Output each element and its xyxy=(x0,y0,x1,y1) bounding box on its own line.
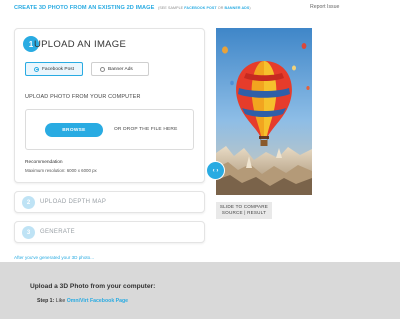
compare-slider-handle[interactable]: ‹ › xyxy=(207,162,224,179)
page-title: CREATE 3D PHOTO FROM AN EXISTING 2D IMAG… xyxy=(14,5,251,11)
sample-links: (SEE SAMPLE FACEBOOK POST OR BANNER ADS) xyxy=(158,6,251,10)
step-2-label: UPLOAD DEPTH MAP xyxy=(40,199,107,205)
sample-facebook-link[interactable]: FACEBOOK POST xyxy=(184,6,216,10)
format-banner-ads-label: Banner Ads xyxy=(108,66,133,72)
sample-banner-link[interactable]: BANNER ADS xyxy=(225,6,250,10)
radio-selected-icon xyxy=(34,66,39,72)
howto-title: Upload a 3D Photo from your computer: xyxy=(30,283,156,290)
recommendation-text: Maximum resolution: 6000 x 6000 px xyxy=(25,168,97,173)
radio-empty-icon xyxy=(100,66,105,72)
step-3-label: GENERATE xyxy=(40,229,75,235)
drop-file-text: OR DROP THE FILE HERE xyxy=(114,127,178,132)
page-title-text: CREATE 3D PHOTO FROM AN EXISTING 2D IMAG… xyxy=(14,5,155,11)
format-facebook-post-button[interactable]: Facebook Post xyxy=(25,62,83,76)
sample-or: OR xyxy=(217,6,224,10)
omnivirt-facebook-link[interactable]: OmniVirt Facebook Page xyxy=(67,298,128,304)
upload-section-label: UPLOAD PHOTO FROM YOUR COMPUTER xyxy=(25,94,141,100)
preview-image xyxy=(216,28,312,195)
howto-step-1: Step 1: Like OmniVirt Facebook Page xyxy=(37,298,128,304)
hot-air-balloon-photo xyxy=(216,28,312,195)
sample-suffix: ) xyxy=(249,6,251,10)
after-generated-link[interactable]: After you've generated your 3D photo... xyxy=(14,255,94,260)
report-issue-link[interactable]: Report Issue xyxy=(310,4,339,10)
howto-step-1-text: Like xyxy=(55,298,66,304)
howto-panel xyxy=(0,262,400,319)
upload-heading: UPLOAD AN IMAGE xyxy=(34,39,127,50)
recommendation-title: Recommendation xyxy=(25,160,63,165)
format-facebook-post-label: Facebook Post xyxy=(42,66,74,72)
step-3-badge: 3 xyxy=(22,226,35,239)
sample-prefix: (SEE SAMPLE xyxy=(158,6,184,10)
browse-button[interactable]: BROWSE xyxy=(45,123,103,137)
step-2-badge: 2 xyxy=(22,196,35,209)
slide-to-compare-button[interactable]: SLIDE TO COMPARE SOURCE | RESULT xyxy=(216,202,272,219)
howto-step-1-label: Step 1: xyxy=(37,298,55,304)
format-banner-ads-button[interactable]: Banner Ads xyxy=(91,62,149,76)
compare-label-line2: SOURCE | RESULT xyxy=(221,210,267,215)
